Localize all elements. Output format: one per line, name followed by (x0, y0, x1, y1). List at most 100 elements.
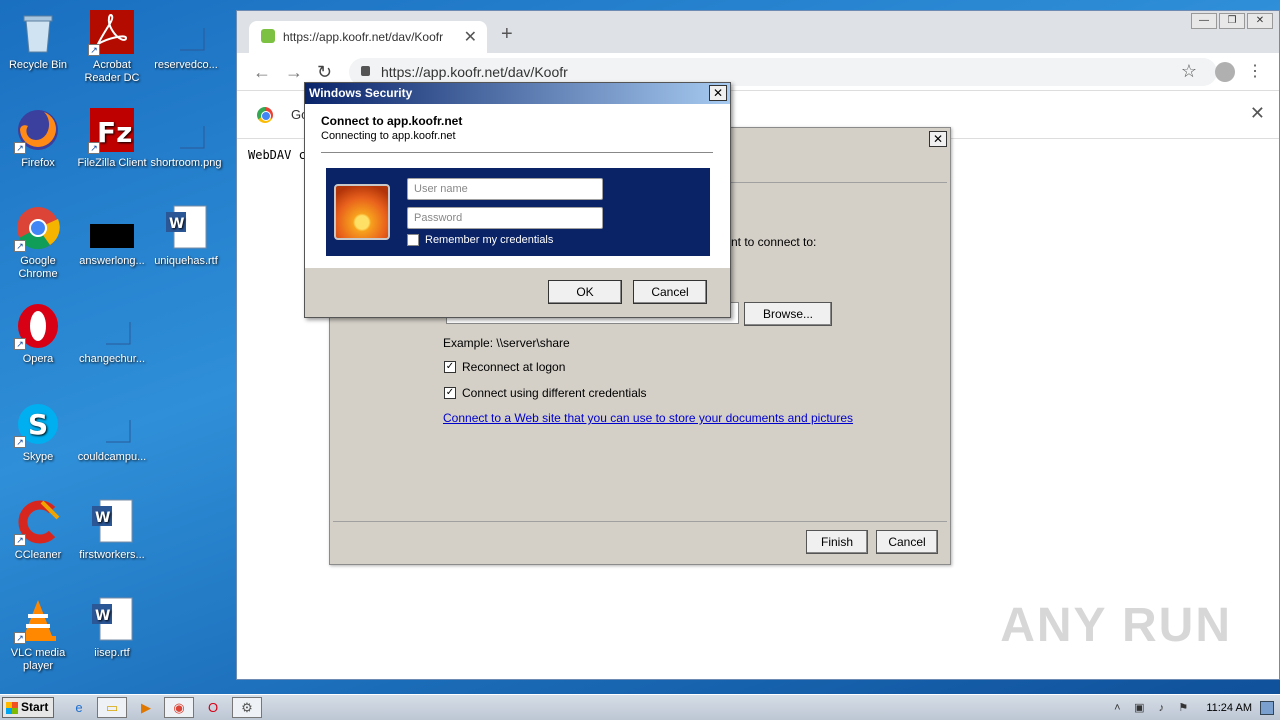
desktop-icon-vlc[interactable]: ↗ VLC media player (0, 596, 76, 673)
taskbar: Start e ▭ ▶ ◉ O ⚙ ˄ ▣ ♪ ⚑ 11:24 AM (0, 694, 1280, 720)
browser-tab[interactable]: https://app.koofr.net/dav/Koofr ✕ (249, 21, 487, 53)
ok-button[interactable]: OK (548, 280, 622, 304)
remember-credentials-checkbox[interactable]: Remember my credentials (407, 234, 553, 246)
partial-instruction-text: nt to connect to: (731, 235, 817, 249)
vlc-icon: ↗ (14, 596, 62, 644)
security-heading: Connect to app.koofr.net (321, 114, 463, 128)
password-input[interactable]: Password (407, 207, 603, 229)
close-security-icon[interactable]: ✕ (709, 85, 727, 101)
divider (321, 152, 713, 153)
close-dialog-icon[interactable]: ✕ (929, 131, 947, 147)
tab-title: https://app.koofr.net/dav/Koofr (283, 30, 444, 44)
desktop-icon-acrobat[interactable]: ↗ Acrobat Reader DC (74, 8, 150, 85)
opera-icon: ↗ (14, 302, 62, 350)
checked-icon: ✓ (444, 387, 456, 399)
desktop-icon-answerlong[interactable]: answerlong... (74, 204, 150, 268)
ie-taskbar-icon[interactable]: e (64, 697, 94, 718)
profile-avatar-icon[interactable] (1215, 62, 1235, 82)
security-title: Windows Security (309, 86, 413, 100)
clock[interactable]: 11:24 AM (1206, 702, 1252, 714)
show-desktop-icon[interactable] (1260, 701, 1274, 715)
show-hidden-icons-icon[interactable]: ˄ (1110, 701, 1124, 715)
chrome-icon: ↗ (14, 204, 62, 252)
desktop-icon-opera[interactable]: ↗ Opera (0, 302, 76, 366)
desktop-icon-firefox[interactable]: ↗ Firefox (0, 106, 76, 170)
desktop-icon-chrome[interactable]: ↗ Google Chrome (0, 204, 76, 281)
reconnect-checkbox[interactable]: ✓ Reconnect at logon (444, 360, 565, 374)
firefox-icon: ↗ (14, 106, 62, 154)
browse-button[interactable]: Browse... (744, 302, 832, 326)
network-taskbar-icon[interactable]: ⚙ (232, 697, 262, 718)
blank-file-icon (88, 302, 136, 350)
desktop-icon-uniquehas[interactable]: W uniquehas.rtf (148, 204, 224, 268)
skype-icon: S ↗ (14, 400, 62, 448)
desktop-icon-changechur[interactable]: changechur... (74, 302, 150, 366)
back-arrow-icon[interactable]: ← (253, 62, 271, 83)
security-subheading: Connecting to app.koofr.net (321, 130, 456, 142)
desktop-icon-filezilla[interactable]: Fz ↗ FileZilla Client (74, 106, 150, 170)
desktop-icon-recycle-bin[interactable]: Recycle Bin (0, 8, 76, 72)
desktop-icon-shortroom[interactable]: shortroom.png (148, 106, 224, 170)
desktop-icon-firstworkers[interactable]: W firstworkers... (74, 498, 150, 562)
security-body: Connect to app.koofr.net Connecting to a… (305, 104, 730, 268)
desktop-icon-couldcampu[interactable]: couldcampu... (74, 400, 150, 464)
svg-text:S: S (28, 408, 48, 441)
security-titlebar: Windows Security ✕ (305, 83, 730, 104)
tab-strip: https://app.koofr.net/dav/Koofr ✕ + — ❐ … (237, 11, 1279, 53)
page-text: WebDAV c (248, 148, 306, 162)
window-controls: — ❐ ✕ (1191, 13, 1273, 29)
action-center-flag-icon[interactable]: ⚑ (1176, 701, 1190, 715)
address-url: https://app.koofr.net/dav/Koofr (381, 64, 568, 80)
svg-text:Fz: Fz (97, 116, 132, 149)
bookmark-star-icon[interactable]: ☆ (1181, 61, 1197, 82)
svg-text:W: W (95, 608, 110, 624)
word-doc-icon: W (162, 204, 210, 252)
lock-icon (361, 66, 370, 76)
website-storage-link[interactable]: Connect to a Web site that you can use t… (443, 411, 853, 425)
desktop-icon-skype[interactable]: S ↗ Skype (0, 400, 76, 464)
windows-security-dialog: Windows Security ✕ Connect to app.koofr.… (304, 82, 731, 318)
acrobat-icon: ↗ (88, 8, 136, 56)
network-icon[interactable]: ▣ (1132, 701, 1146, 715)
svg-text:W: W (95, 510, 110, 526)
explorer-taskbar-icon[interactable]: ▭ (97, 697, 127, 718)
maximize-icon[interactable]: ❐ (1219, 13, 1245, 29)
chrome-logo-icon (257, 107, 273, 123)
ccleaner-icon: ↗ (14, 498, 62, 546)
recycle-bin-icon (14, 8, 62, 56)
different-credentials-checkbox[interactable]: ✓ Connect using different credentials (444, 386, 647, 400)
close-tab-icon[interactable]: ✕ (464, 27, 477, 47)
site-favicon-icon (261, 29, 275, 43)
new-tab-icon[interactable]: + (501, 23, 513, 46)
close-window-icon[interactable]: ✕ (1247, 13, 1273, 29)
desktop-icon-ccleaner[interactable]: ↗ CCleaner (0, 498, 76, 562)
reload-icon[interactable]: ↻ (317, 62, 332, 83)
unchecked-box-icon (407, 234, 419, 246)
volume-icon[interactable]: ♪ (1154, 701, 1168, 715)
word-doc-icon: W (88, 498, 136, 546)
desktop-icon-reservedco[interactable]: reservedco... (148, 8, 224, 72)
minimize-icon[interactable]: — (1191, 13, 1217, 29)
word-doc-icon: W (88, 596, 136, 644)
user-picture-icon (334, 184, 390, 240)
map-cancel-button[interactable]: Cancel (876, 530, 938, 554)
media-player-taskbar-icon[interactable]: ▶ (131, 697, 161, 718)
finish-button[interactable]: Finish (806, 530, 868, 554)
username-input[interactable]: User name (407, 178, 603, 200)
black-file-icon (88, 204, 136, 252)
svg-text:W: W (169, 216, 184, 232)
opera-taskbar-icon[interactable]: O (198, 697, 228, 718)
menu-kebab-icon[interactable]: ⋮ (1247, 61, 1263, 81)
chrome-taskbar-icon[interactable]: ◉ (164, 697, 194, 718)
start-button[interactable]: Start (2, 697, 54, 718)
desktop-icon-iisep[interactable]: W iisep.rtf (74, 596, 150, 660)
filezilla-icon: Fz ↗ (88, 106, 136, 154)
forward-arrow-icon[interactable]: → (285, 62, 303, 83)
close-infobar-icon[interactable]: ✕ (1250, 103, 1265, 124)
checked-icon: ✓ (444, 361, 456, 373)
blank-file-icon (162, 8, 210, 56)
anyrun-watermark: ANY RUN (1000, 599, 1232, 652)
security-cancel-button[interactable]: Cancel (633, 280, 707, 304)
system-tray: ˄ ▣ ♪ ⚑ 11:24 AM (1110, 695, 1280, 720)
credential-panel: User name Password Remember my credentia… (326, 168, 710, 256)
